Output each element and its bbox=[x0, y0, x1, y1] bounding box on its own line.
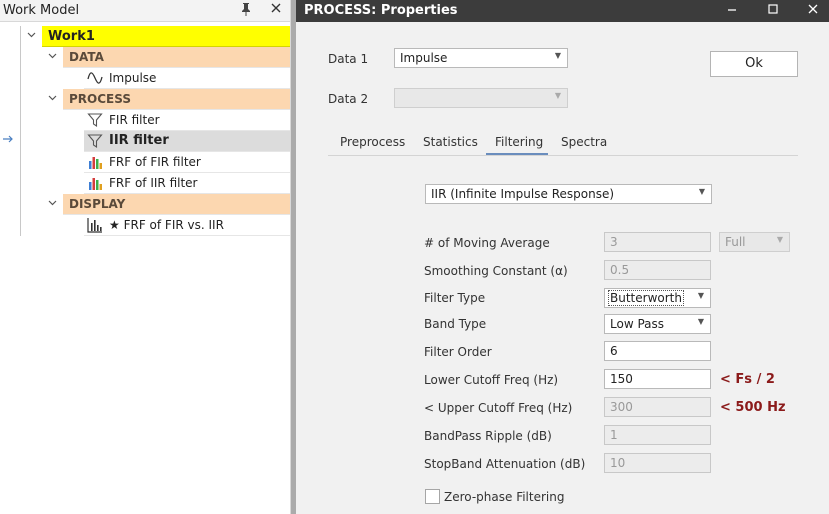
upper-cutoff-label: < Upper Cutoff Freq (Hz) bbox=[424, 401, 573, 415]
band-type-select[interactable]: Low Pass ▼ bbox=[604, 314, 711, 334]
filter-icon bbox=[87, 133, 103, 149]
filter-type-label: Filter Type bbox=[424, 291, 486, 305]
current-item-arrow-icon bbox=[2, 134, 14, 147]
pin-icon[interactable] bbox=[240, 2, 252, 20]
chevron-down-icon[interactable] bbox=[27, 31, 36, 41]
close-icon[interactable] bbox=[803, 2, 823, 20]
bandpass-ripple-input[interactable]: 1 bbox=[604, 425, 711, 445]
tree-item-impulse[interactable]: Impulse bbox=[84, 68, 291, 89]
chevron-down-icon: ▼ bbox=[554, 91, 561, 100]
tree-root-work1[interactable]: Work1 bbox=[42, 26, 291, 47]
tree-root-label: Work1 bbox=[48, 29, 95, 44]
tree-group-process[interactable]: PROCESS bbox=[63, 89, 291, 110]
moving-average-mode-select[interactable]: Full ▼ bbox=[719, 232, 790, 252]
upper-cutoff-input[interactable]: 300 bbox=[604, 397, 711, 417]
filter-icon bbox=[87, 112, 103, 128]
moving-average-mode-value: Full bbox=[725, 235, 746, 249]
lower-cutoff-label: Lower Cutoff Freq (Hz) bbox=[424, 373, 559, 387]
moving-average-label: # of Moving Average bbox=[424, 236, 550, 250]
lower-cutoff-hint: < Fs / 2 bbox=[720, 372, 775, 387]
tree-item-label: IIR filter bbox=[109, 133, 169, 148]
active-tab-indicator bbox=[486, 153, 548, 155]
bar-chart-color-icon bbox=[87, 154, 103, 170]
chevron-down-icon[interactable] bbox=[48, 52, 57, 62]
tree-item-label: Impulse bbox=[109, 71, 157, 85]
bandpass-ripple-label: BandPass Ripple (dB) bbox=[424, 429, 552, 443]
filter-type-select[interactable]: Butterworth ▼ bbox=[604, 288, 711, 308]
lower-cutoff-input[interactable]: 150 bbox=[604, 369, 711, 389]
tab-divider bbox=[328, 155, 798, 156]
chevron-down-icon: ▼ bbox=[698, 187, 705, 196]
chevron-down-icon: ▼ bbox=[697, 317, 704, 326]
moving-average-input[interactable]: 3 bbox=[604, 232, 711, 252]
maximize-icon[interactable] bbox=[763, 2, 783, 20]
panel-title: Work Model bbox=[3, 3, 80, 18]
chevron-down-icon: ▼ bbox=[554, 51, 561, 60]
zero-phase-checkbox[interactable] bbox=[425, 489, 440, 504]
zero-phase-label: Zero-phase Filtering bbox=[444, 490, 565, 504]
data1-value: Impulse bbox=[400, 51, 448, 65]
work-model-panel: Work Model Work1 DATA Impulse PROCESS FI… bbox=[0, 0, 291, 514]
waveform-icon bbox=[87, 70, 103, 86]
filter-method-value: IIR (Infinite Impulse Response) bbox=[431, 187, 615, 201]
tree-item-fir-filter[interactable]: FIR filter bbox=[84, 110, 291, 131]
tree-group-display[interactable]: DISPLAY bbox=[63, 194, 291, 215]
upper-cutoff-hint: < 500 Hz bbox=[720, 400, 786, 415]
tree-item-iir-filter[interactable]: IIR filter bbox=[84, 131, 291, 152]
filter-type-value: Butterworth bbox=[608, 290, 684, 306]
chevron-down-icon[interactable] bbox=[48, 199, 57, 209]
tree-item-frf-comparison[interactable]: ★ FRF of FIR vs. IIR bbox=[84, 215, 291, 236]
smoothing-label: Smoothing Constant (α) bbox=[424, 264, 568, 278]
band-type-label: Band Type bbox=[424, 317, 487, 331]
panel-header: Work Model bbox=[0, 0, 290, 22]
data2-select[interactable]: ▼ bbox=[394, 88, 568, 108]
tree-guide-line bbox=[20, 26, 21, 236]
data1-label: Data 1 bbox=[328, 52, 369, 66]
tree-item-label: FRF of IIR filter bbox=[109, 176, 198, 190]
dialog-titlebar[interactable]: PROCESS: Properties bbox=[296, 0, 829, 22]
tree-group-label: DISPLAY bbox=[69, 197, 126, 211]
tree-item-label: FIR filter bbox=[109, 113, 160, 127]
minimize-icon[interactable] bbox=[722, 2, 742, 20]
tab-statistics[interactable]: Statistics bbox=[423, 135, 478, 149]
tree-group-data[interactable]: DATA bbox=[63, 47, 291, 68]
stopband-attenuation-label: StopBand Attenuation (dB) bbox=[424, 457, 586, 471]
tab-filtering[interactable]: Filtering bbox=[495, 135, 543, 149]
chevron-down-icon: ▼ bbox=[697, 291, 704, 300]
properties-dialog: PROCESS: Properties Data 1 Impulse ▼ Dat… bbox=[296, 0, 829, 514]
tab-preprocess[interactable]: Preprocess bbox=[340, 135, 405, 149]
stopband-attenuation-input[interactable]: 10 bbox=[604, 453, 711, 473]
tab-spectra[interactable]: Spectra bbox=[561, 135, 607, 149]
tree-group-label: DATA bbox=[69, 50, 104, 64]
tree-item-frf-of-fir-filter[interactable]: FRF of FIR filter bbox=[84, 152, 291, 173]
smoothing-input[interactable]: 0.5 bbox=[604, 260, 711, 280]
filter-order-input[interactable]: 6 bbox=[604, 341, 711, 361]
bar-chart-mono-icon bbox=[87, 217, 103, 233]
data1-select[interactable]: Impulse ▼ bbox=[394, 48, 568, 68]
chevron-down-icon: ▼ bbox=[776, 235, 783, 244]
tree-item-label: FRF of FIR filter bbox=[109, 155, 201, 169]
ok-button[interactable]: Ok bbox=[710, 51, 798, 77]
close-icon[interactable] bbox=[270, 2, 282, 18]
filter-order-label: Filter Order bbox=[424, 345, 492, 359]
chevron-down-icon[interactable] bbox=[48, 94, 57, 104]
data2-label: Data 2 bbox=[328, 92, 369, 106]
tree-item-label: ★ FRF of FIR vs. IIR bbox=[109, 218, 224, 232]
dialog-title: PROCESS: Properties bbox=[304, 3, 458, 18]
filter-method-select[interactable]: IIR (Infinite Impulse Response) ▼ bbox=[425, 184, 712, 204]
bar-chart-color-icon bbox=[87, 175, 103, 191]
band-type-value: Low Pass bbox=[610, 317, 664, 331]
tree-item-frf-of-iir-filter[interactable]: FRF of IIR filter bbox=[84, 173, 291, 194]
tree-group-label: PROCESS bbox=[69, 92, 131, 106]
